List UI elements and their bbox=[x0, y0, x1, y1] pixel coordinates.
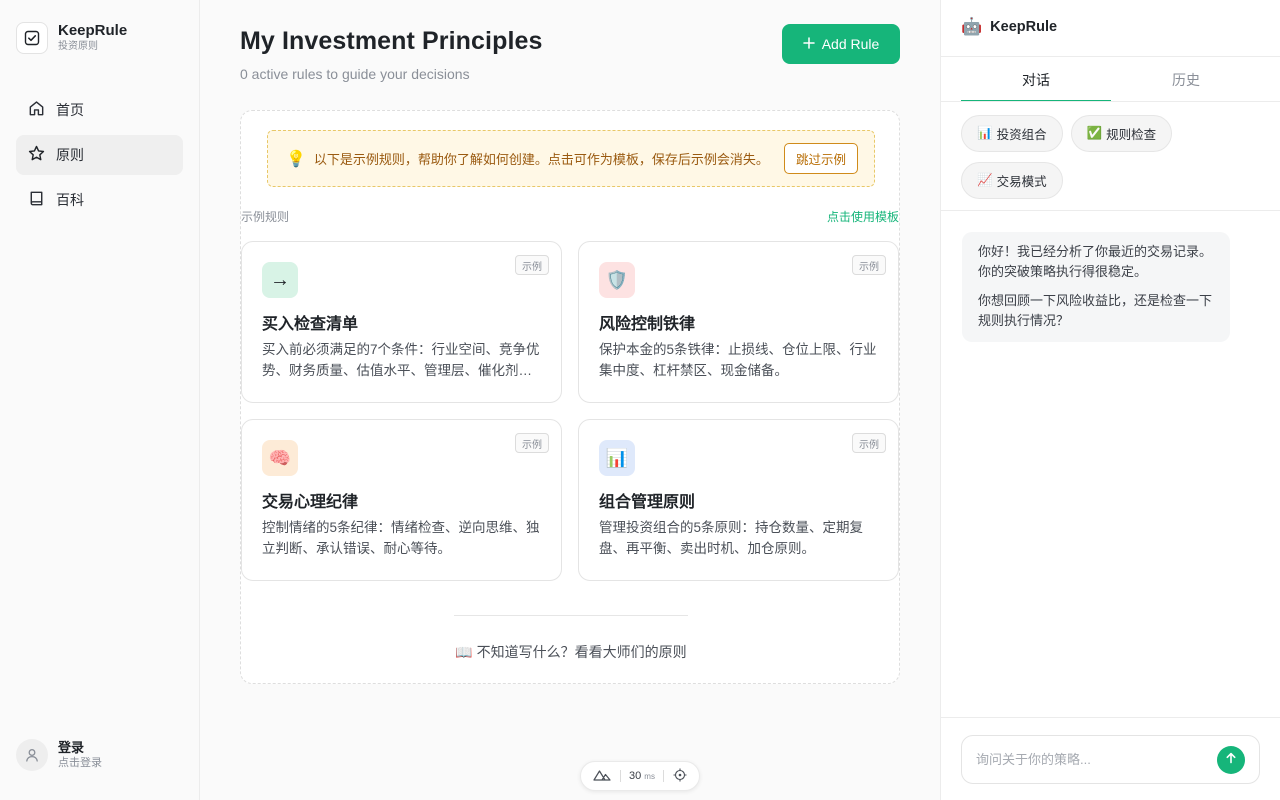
login-button[interactable]: 登录 点击登录 bbox=[16, 739, 102, 771]
sidebar-nav: 首页 原则 百科 bbox=[16, 90, 183, 225]
chip-rule-check[interactable]: ✅ 规则检查 bbox=[1070, 115, 1173, 152]
chip-label: 投资组合 bbox=[996, 128, 1047, 142]
chip-trading-pattern[interactable]: 📈 交易模式 bbox=[961, 162, 1063, 199]
card-title: 风险控制铁律 bbox=[599, 316, 696, 333]
sidebar: KeepRule 投资原则 首页 原则 百科 登录 点击登录 bbox=[0, 0, 200, 800]
trend-up-icon: 📈 bbox=[977, 173, 993, 187]
example-tag: 示例 bbox=[852, 255, 886, 275]
book-icon bbox=[27, 189, 46, 211]
example-card-trading-psychology[interactable]: 🧠 示例 交易心理纪律 控制情绪的5条纪律：情绪检查、逆向思维、独立判断、承认错… bbox=[241, 419, 562, 581]
chip-label: 交易模式 bbox=[996, 175, 1047, 189]
brand[interactable]: KeepRule 投资原则 bbox=[16, 22, 127, 54]
home-icon bbox=[27, 99, 46, 121]
add-rule-button[interactable]: Add Rule bbox=[782, 24, 900, 64]
chat-input[interactable] bbox=[976, 736, 1206, 783]
render-time-value: 30 bbox=[628, 770, 642, 782]
sidebar-item-label: 原则 bbox=[56, 147, 84, 163]
tab-history[interactable]: 历史 bbox=[1111, 57, 1261, 102]
example-tag: 示例 bbox=[852, 433, 886, 453]
example-card-portfolio-management[interactable]: 📊 示例 组合管理原则 管理投资组合的5条原则：持仓数量、定期复盘、再平衡、卖出… bbox=[578, 419, 899, 581]
chat-input-box bbox=[961, 735, 1260, 784]
add-rule-label: Add Rule bbox=[821, 36, 880, 52]
divider bbox=[941, 101, 1280, 102]
page-subtitle: 0 active rules to guide your decisions bbox=[240, 66, 470, 82]
examples-panel: 💡 以下是示例规则，帮助你了解如何创建。点击可作为模板，保存后示例会消失。 跳过… bbox=[240, 110, 900, 684]
sidebar-item-encyclopedia[interactable]: 百科 bbox=[16, 180, 183, 220]
main-content: My Investment Principles 0 active rules … bbox=[200, 0, 940, 800]
render-time: 30 ms bbox=[629, 770, 655, 782]
brain-icon: 🧠 bbox=[262, 440, 298, 476]
example-card-buy-checklist[interactable]: → 示例 买入检查清单 买入前必须满足的7个条件：行业空间、竞争优势、财务质量、… bbox=[241, 241, 562, 403]
check-mark-icon: ✅ bbox=[1086, 126, 1103, 140]
chip-portfolio[interactable]: 📊 投资组合 bbox=[961, 115, 1063, 152]
sidebar-item-label: 首页 bbox=[56, 102, 84, 118]
example-card-risk-control[interactable]: 🛡️ 示例 风险控制铁律 保护本金的5条铁律：止损线、仓位上限、行业集中度、杠杆… bbox=[578, 241, 899, 403]
sidebar-item-principles[interactable]: 原则 bbox=[16, 135, 183, 175]
chat-header: 🤖 KeepRule bbox=[961, 17, 1057, 37]
section-label: 示例规则 bbox=[241, 210, 290, 224]
divider bbox=[941, 717, 1280, 718]
arrow-up-icon bbox=[1225, 751, 1237, 769]
divider bbox=[941, 210, 1280, 211]
robot-icon: 🤖 bbox=[961, 17, 983, 36]
login-title: 登录 bbox=[58, 740, 85, 755]
card-description: 控制情绪的5条纪律：情绪检查、逆向思维、独立判断、承认错误、耐心等待。 bbox=[262, 520, 540, 556]
example-tag: 示例 bbox=[515, 433, 549, 453]
card-description: 管理投资组合的5条原则：持仓数量、定期复盘、再平衡、卖出时机、加仓原则。 bbox=[599, 520, 864, 556]
use-template-link[interactable]: 点击使用模板 bbox=[827, 208, 899, 225]
example-notice: 💡 以下是示例规则，帮助你了解如何创建。点击可作为模板，保存后示例会消失。 跳过… bbox=[267, 130, 875, 187]
send-button[interactable] bbox=[1217, 746, 1245, 774]
brand-name: KeepRule bbox=[58, 22, 128, 39]
divider bbox=[454, 615, 688, 616]
bar-chart-icon: 📊 bbox=[599, 440, 635, 476]
star-icon bbox=[27, 144, 46, 166]
chat-tabs: 对话 历史 bbox=[961, 57, 1261, 102]
brand-subtitle: 投资原则 bbox=[58, 41, 98, 52]
skip-examples-button[interactable]: 跳过示例 bbox=[783, 143, 858, 174]
card-description: 买入前必须满足的7个条件：行业空间、竞争优势、财务质量、估值水平、管理层、催化剂… bbox=[262, 342, 540, 378]
render-time-unit: ms bbox=[644, 772, 655, 781]
divider bbox=[663, 770, 665, 782]
sidebar-item-label: 百科 bbox=[56, 192, 84, 208]
dev-toolbar: 30 ms bbox=[580, 761, 700, 791]
crosshair-icon[interactable] bbox=[673, 768, 687, 785]
notice-text: 以下是示例规则，帮助你了解如何创建。点击可作为模板，保存后示例会消失。 bbox=[313, 152, 769, 167]
chat-title: KeepRule bbox=[990, 19, 1058, 35]
card-title: 组合管理原则 bbox=[599, 494, 696, 511]
arrow-right-icon: → bbox=[262, 262, 298, 298]
assistant-message: 你好！我已经分析了你最近的交易记录。你的突破策略执行得很稳定。 你想回顾一下风险… bbox=[962, 232, 1230, 342]
sidebar-item-home[interactable]: 首页 bbox=[16, 90, 183, 130]
example-tag: 示例 bbox=[515, 255, 549, 275]
chip-label: 规则检查 bbox=[1106, 128, 1157, 142]
masters-principles-link[interactable]: 📖 不知道写什么？看看大师们的原则 bbox=[241, 642, 901, 662]
login-subtitle: 点击登录 bbox=[58, 757, 102, 769]
quick-action-chips: 📊 投资组合 ✅ 规则检查 📈 交易模式 bbox=[961, 115, 1261, 199]
message-line: 你好！我已经分析了你最近的交易记录。你的突破策略执行得很稳定。 bbox=[978, 244, 1213, 279]
plus-icon bbox=[802, 36, 815, 52]
user-icon bbox=[16, 739, 48, 771]
tab-chat[interactable]: 对话 bbox=[961, 57, 1111, 102]
card-description: 保护本金的5条铁律：止损线、仓位上限、行业集中度、杠杆禁区、现金储备。 bbox=[599, 342, 877, 378]
nuxt-logo-icon[interactable] bbox=[593, 769, 611, 784]
page-title: My Investment Principles bbox=[240, 27, 543, 55]
bar-chart-icon: 📊 bbox=[977, 126, 993, 140]
chat-panel: 🤖 KeepRule 对话 历史 📊 投资组合 ✅ 规则检查 📈 交易模式 你好… bbox=[940, 0, 1280, 800]
shield-icon: 🛡️ bbox=[599, 262, 635, 298]
message-line: 你想回顾一下风险收益比，还是检查一下规则执行情况？ bbox=[978, 293, 1213, 328]
lightbulb-icon: 💡 bbox=[286, 150, 306, 168]
checkbox-logo-icon bbox=[16, 22, 48, 54]
divider bbox=[619, 770, 621, 782]
card-title: 交易心理纪律 bbox=[262, 494, 359, 511]
card-title: 买入检查清单 bbox=[262, 316, 359, 333]
